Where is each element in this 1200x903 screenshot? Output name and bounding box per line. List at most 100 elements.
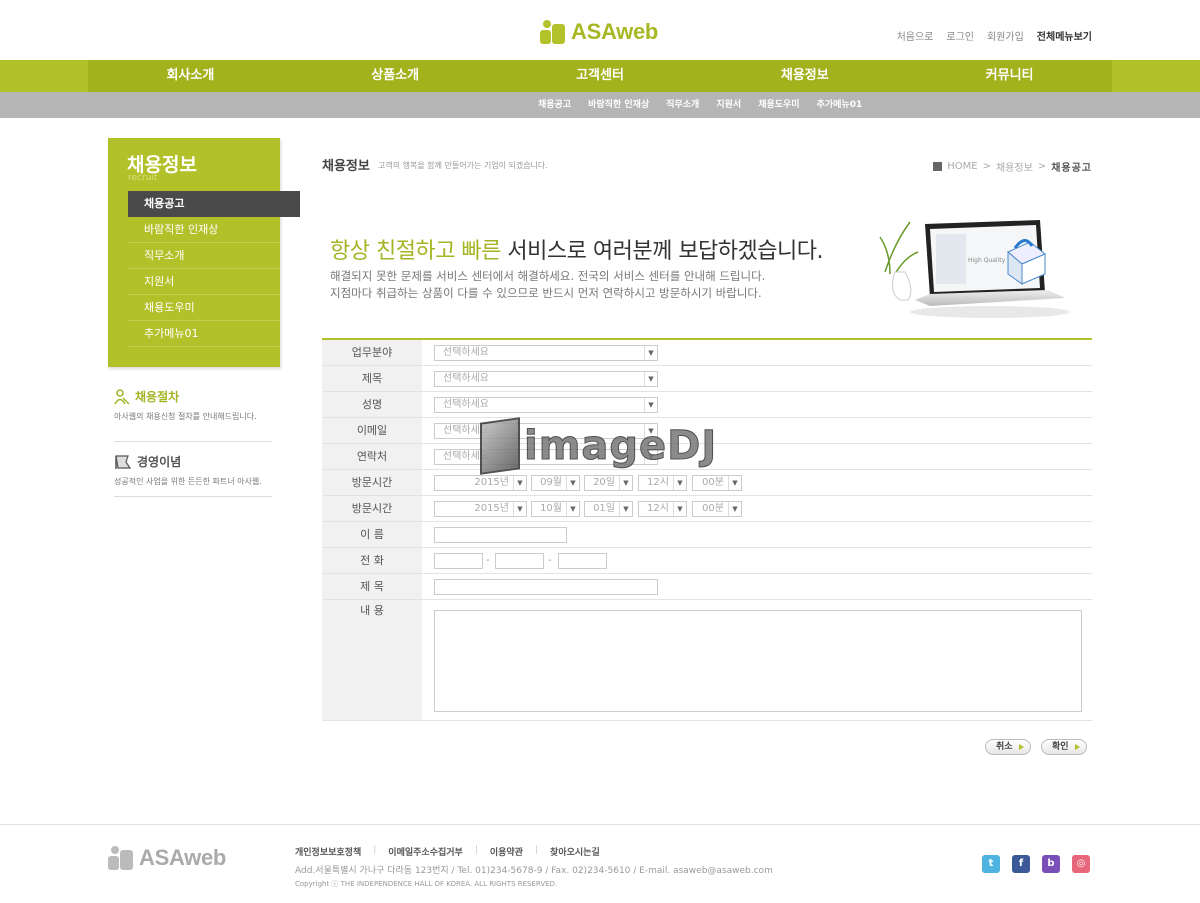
footer-link-email[interactable]: 이메일주소수집거부 bbox=[388, 845, 463, 858]
confirm-button[interactable]: 확인 bbox=[1041, 739, 1087, 755]
dropdown-arrow-icon: ▼ bbox=[673, 502, 686, 516]
watermark-text: imageDJ bbox=[523, 423, 718, 470]
page-title: 채용정보 bbox=[322, 159, 370, 174]
subnav-item[interactable]: 지원서 bbox=[716, 92, 741, 118]
side-procedure-desc: 아사웹의 채용신청 절차를 안내해드립니다. bbox=[114, 412, 257, 421]
side-philosophy-title: 경영이념 bbox=[137, 455, 182, 469]
site-footer: ASAweb 개인정보보호정책 | 이메일주소수집거부 | 이용약관 | 찾아오… bbox=[0, 824, 1200, 903]
logo-text: ASAweb bbox=[571, 19, 659, 44]
form-label: 이 름 bbox=[322, 522, 422, 547]
visit2-month-select[interactable]: 10월 ▼ bbox=[531, 501, 580, 517]
visit1-hour-select[interactable]: 12시 ▼ bbox=[638, 475, 687, 491]
nav-company[interactable]: 회사소개 bbox=[88, 60, 293, 92]
separator: | bbox=[373, 845, 377, 855]
form-label: 성명 bbox=[322, 392, 422, 417]
banner-line: 해결되지 못한 문제를 서비스 센터에서 해결하세요. 전국의 서비스 센터를 … bbox=[330, 269, 766, 283]
left-menu-item[interactable]: 채용도우미 bbox=[128, 295, 280, 321]
chevron-right-icon: > bbox=[1037, 161, 1047, 172]
dropdown-arrow-icon: ▼ bbox=[673, 476, 686, 490]
content-textarea[interactable] bbox=[434, 610, 1082, 712]
side-procedure[interactable]: 채용절차 아사웹의 채용신청 절차를 안내해드립니다. bbox=[114, 388, 272, 422]
divider bbox=[114, 496, 272, 497]
field-select[interactable]: 선택하세요 ▼ bbox=[434, 345, 658, 361]
name-input[interactable] bbox=[434, 527, 567, 543]
dropdown-arrow-icon: ▼ bbox=[566, 502, 579, 516]
top-link-home[interactable]: 처음으로 bbox=[897, 28, 934, 43]
subject-input[interactable] bbox=[434, 579, 658, 595]
footer-links: 개인정보보호정책 | 이메일주소수집거부 | 이용약관 | 찾아오시는길 bbox=[295, 845, 600, 858]
left-menu-item[interactable]: 지원서 bbox=[128, 269, 280, 295]
dropdown-arrow-icon: ▼ bbox=[619, 502, 632, 516]
visit1-day-select[interactable]: 20일 ▼ bbox=[584, 475, 633, 491]
breadcrumb-home[interactable]: HOME bbox=[947, 161, 977, 172]
separator: | bbox=[474, 845, 478, 855]
left-menu-item-active[interactable]: 채용공고 bbox=[128, 191, 300, 217]
subnav-item[interactable]: 직무소개 bbox=[666, 92, 699, 118]
logo-icon bbox=[108, 846, 134, 870]
divider bbox=[114, 441, 272, 442]
blog-icon[interactable]: b bbox=[1042, 855, 1060, 873]
form-label: 방문시간 bbox=[322, 470, 422, 495]
nav-products[interactable]: 상품소개 bbox=[293, 60, 498, 92]
footer-link-privacy[interactable]: 개인정보보호정책 bbox=[295, 845, 361, 858]
form-label: 전 화 bbox=[322, 548, 422, 573]
sub-nav: 채용공고 바람직한 인재상 직무소개 지원서 채용도우미 추가메뉴01 bbox=[0, 92, 1200, 118]
left-menu: 채용정보 recruit 채용공고 바람직한 인재상 직무소개 지원서 채용도우… bbox=[108, 138, 300, 367]
visit1-month-select[interactable]: 09월 ▼ bbox=[531, 475, 580, 491]
phone-separator: - bbox=[548, 555, 552, 566]
form-label: 이메일 bbox=[322, 418, 422, 443]
subnav-item[interactable]: 채용도우미 bbox=[758, 92, 799, 118]
visit1-minute-select[interactable]: 00분 ▼ bbox=[692, 475, 742, 491]
sns-links: t f b ◎ bbox=[982, 855, 1090, 873]
cancel-button[interactable]: 취소 bbox=[985, 739, 1031, 755]
site-logo[interactable]: ASAweb bbox=[540, 19, 658, 45]
site-header: ASAweb 처음으로 로그인 회원가입 전체메뉴보기 bbox=[0, 0, 1200, 60]
side-philosophy[interactable]: 경영이념 성공적인 사업을 위한 든든한 파트너 아사웹. bbox=[114, 453, 272, 487]
title-select[interactable]: 선택하세요 ▼ bbox=[434, 371, 658, 387]
name-select[interactable]: 선택하세요 ▼ bbox=[434, 397, 658, 413]
arrow-right-icon bbox=[1019, 744, 1024, 750]
laptop-screen-text: High Quality bbox=[968, 257, 1006, 264]
breadcrumb-item[interactable]: 채용정보 bbox=[996, 159, 1033, 174]
dropdown-arrow-icon: ▼ bbox=[728, 502, 741, 516]
chevron-right-icon: > bbox=[982, 161, 991, 172]
laptop-illustration: High Quality bbox=[879, 220, 1070, 318]
footer-link-terms[interactable]: 이용약관 bbox=[490, 845, 523, 858]
arrow-right-icon bbox=[1075, 744, 1080, 750]
subnav-item[interactable]: 채용공고 bbox=[538, 92, 571, 118]
form-label: 제목 bbox=[322, 366, 422, 391]
subnav-item[interactable]: 추가메뉴01 bbox=[817, 92, 863, 118]
phone-input-1[interactable] bbox=[434, 553, 483, 569]
left-menu-item[interactable]: 바람직한 인재상 bbox=[128, 217, 280, 243]
breadcrumb-current: 채용공고 bbox=[1051, 163, 1092, 174]
left-menu-item[interactable]: 직무소개 bbox=[128, 243, 280, 269]
visit2-hour-select[interactable]: 12시 ▼ bbox=[638, 501, 687, 517]
nav-recruit[interactable]: 채용정보 bbox=[702, 60, 907, 92]
twitter-icon[interactable]: t bbox=[982, 855, 1000, 873]
visit2-year-select[interactable]: 2015년 ▼ bbox=[434, 501, 527, 517]
top-link-login[interactable]: 로그인 bbox=[946, 28, 974, 43]
visit2-day-select[interactable]: 01일 ▼ bbox=[584, 501, 633, 517]
phone-input-3[interactable] bbox=[558, 553, 607, 569]
banner-text: 해결되지 못한 문제를 서비스 센터에서 해결하세요. 전국의 서비스 센터를 … bbox=[330, 268, 765, 302]
visit2-minute-select[interactable]: 00분 ▼ bbox=[692, 501, 742, 517]
instagram-icon[interactable]: ◎ bbox=[1072, 855, 1090, 873]
dropdown-arrow-icon: ▼ bbox=[619, 476, 632, 490]
top-link-sitemap[interactable]: 전체메뉴보기 bbox=[1037, 28, 1092, 43]
banner-line: 지점마다 취급하는 상품이 다를 수 있으므로 반드시 먼저 연락하시고 방문하… bbox=[330, 286, 762, 300]
facebook-icon[interactable]: f bbox=[1012, 855, 1030, 873]
left-menu-item[interactable]: 추가메뉴01 bbox=[128, 321, 280, 347]
dropdown-arrow-icon: ▼ bbox=[513, 476, 526, 490]
people-icon bbox=[114, 388, 130, 405]
nav-community[interactable]: 커뮤니티 bbox=[907, 60, 1112, 92]
top-link-join[interactable]: 회원가입 bbox=[987, 28, 1024, 43]
nav-support[interactable]: 고객센터 bbox=[498, 60, 703, 92]
dropdown-arrow-icon: ▼ bbox=[566, 476, 579, 490]
footer-address: Add.서울특별시 가나구 다라동 123번지 / Tel. 01)234-56… bbox=[295, 866, 773, 876]
subnav-item[interactable]: 바람직한 인재상 bbox=[588, 92, 649, 118]
left-menu-subtitle: recruit bbox=[128, 173, 158, 183]
footer-link-location[interactable]: 찾아오시는길 bbox=[550, 845, 600, 858]
phone-input-2[interactable] bbox=[495, 553, 544, 569]
dropdown-arrow-icon: ▼ bbox=[644, 346, 657, 360]
visit1-year-select[interactable]: 2015년 ▼ bbox=[434, 475, 527, 491]
